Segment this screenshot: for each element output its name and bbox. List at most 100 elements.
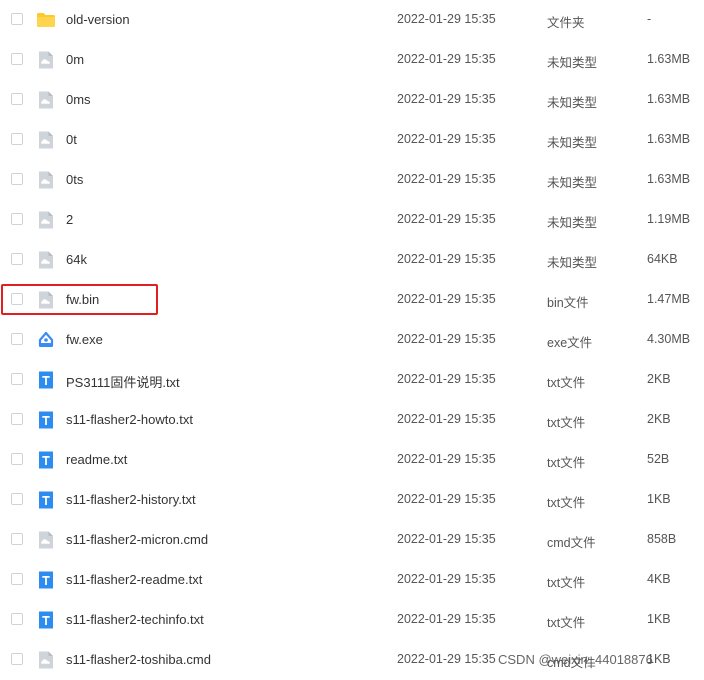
file-row[interactable]: readme.txt 2022-01-29 15:35 txt文件 52B [0, 440, 704, 480]
file-name[interactable]: s11-flasher2-history.txt [66, 492, 196, 507]
file-row[interactable]: 64k 2022-01-29 15:35 未知类型 64KB [0, 240, 704, 280]
file-name[interactable]: 0ts [66, 172, 83, 187]
file-type: 未知类型 [547, 216, 598, 230]
file-type: 未知类型 [547, 176, 598, 190]
row-checkbox[interactable] [11, 173, 23, 185]
file-size: 4.30MB [647, 332, 691, 346]
modified-date: 2022-01-29 15:35 [397, 492, 496, 506]
row-checkbox[interactable] [11, 333, 23, 345]
file-type: txt文件 [547, 576, 586, 590]
file-row[interactable]: 0ts 2022-01-29 15:35 未知类型 1.63MB [0, 160, 704, 200]
file-row[interactable]: fw.exe 2022-01-29 15:35 exe文件 4.30MB [0, 320, 704, 360]
cloud-file-icon [36, 90, 56, 110]
file-size: 1.63MB [647, 52, 691, 66]
file-name[interactable]: 2 [66, 212, 73, 227]
modified-date: 2022-01-29 15:35 [397, 652, 496, 666]
file-type: cmd文件 [547, 536, 596, 550]
file-type: exe文件 [547, 336, 593, 350]
text-file-icon [36, 370, 56, 390]
file-type: txt文件 [547, 376, 586, 390]
file-name[interactable]: fw.exe [66, 332, 103, 347]
file-size: 64KB [647, 252, 678, 266]
file-name[interactable]: s11-flasher2-toshiba.cmd [66, 652, 211, 667]
file-type: 未知类型 [547, 256, 598, 270]
file-type: txt文件 [547, 496, 586, 510]
row-checkbox[interactable] [11, 253, 23, 265]
row-checkbox[interactable] [11, 613, 23, 625]
file-size: 1.63MB [647, 92, 691, 106]
file-row[interactable]: s11-flasher2-howto.txt 2022-01-29 15:35 tx… [0, 400, 704, 440]
exe-file-icon [36, 330, 56, 350]
file-size: 2KB [647, 372, 671, 386]
file-name[interactable]: 0m [66, 52, 84, 67]
file-row[interactable]: 0ms 2022-01-29 15:35 未知类型 1.63MB [0, 80, 704, 120]
file-size: 52B [647, 452, 670, 466]
row-checkbox[interactable] [11, 53, 23, 65]
row-checkbox[interactable] [11, 373, 23, 385]
file-size: 1.63MB [647, 172, 691, 186]
file-name[interactable]: s11-flasher2-micron.cmd [66, 532, 208, 547]
modified-date: 2022-01-29 15:35 [397, 532, 496, 546]
modified-date: 2022-01-29 15:35 [397, 52, 496, 66]
file-row[interactable]: s11-flasher2-history.txt 2022-01-29 15:35… [0, 480, 704, 520]
row-checkbox[interactable] [11, 133, 23, 145]
file-size: 1.47MB [647, 292, 691, 306]
file-name[interactable]: s11-flasher2-techinfo.txt [66, 612, 204, 627]
row-checkbox[interactable] [11, 413, 23, 425]
modified-date: 2022-01-29 15:35 [397, 172, 496, 186]
file-name[interactable]: s11-flasher2-howto.txt [66, 412, 193, 427]
modified-date: 2022-01-29 15:35 [397, 12, 496, 26]
row-checkbox[interactable] [11, 573, 23, 585]
row-checkbox[interactable] [11, 653, 23, 665]
file-type: 未知类型 [547, 136, 598, 150]
file-name[interactable]: s11-flasher2-readme.txt [66, 572, 202, 587]
file-name[interactable]: fw.bin [66, 292, 99, 307]
file-type: bin文件 [547, 296, 589, 310]
file-size: 2KB [647, 412, 671, 426]
cloud-file-icon [36, 290, 56, 310]
modified-date: 2022-01-29 15:35 [397, 612, 496, 626]
row-checkbox[interactable] [11, 453, 23, 465]
file-row[interactable]: old-version 2022-01-29 15:35 文件夹 - [0, 0, 704, 40]
row-checkbox[interactable] [11, 293, 23, 305]
modified-date: 2022-01-29 15:35 [397, 132, 496, 146]
file-type: 未知类型 [547, 56, 598, 70]
file-name[interactable]: old-version [66, 12, 130, 27]
file-name[interactable]: 64k [66, 252, 87, 267]
row-checkbox[interactable] [11, 533, 23, 545]
file-row[interactable]: 0m 2022-01-29 15:35 未知类型 1.63MB [0, 40, 704, 80]
file-size: 1KB [647, 492, 671, 506]
row-checkbox[interactable] [11, 493, 23, 505]
file-name[interactable]: readme.txt [66, 452, 127, 467]
file-row[interactable]: s11-flasher2-micron.cmd 2022-01-29 15:35 c… [0, 520, 704, 560]
modified-date: 2022-01-29 15:35 [397, 572, 496, 586]
cloud-file-icon [36, 210, 56, 230]
modified-date: 2022-01-29 15:35 [397, 252, 496, 266]
file-row[interactable]: fw.bin 2022-01-29 15:35 bin文件 1.47MB [0, 280, 704, 320]
text-file-icon [36, 610, 56, 630]
file-size: 858B [647, 532, 677, 546]
file-type: txt文件 [547, 616, 586, 630]
row-checkbox[interactable] [11, 93, 23, 105]
file-row[interactable]: 2 2022-01-29 15:35 未知类型 1.19MB [0, 200, 704, 240]
cloud-file-icon [36, 530, 56, 550]
modified-date: 2022-01-29 15:35 [397, 92, 496, 106]
row-checkbox[interactable] [11, 213, 23, 225]
text-file-icon [36, 570, 56, 590]
modified-date: 2022-01-29 15:35 [397, 332, 496, 346]
file-row[interactable]: s11-flasher2-techinfo.txt 2022-01-29 15:3… [0, 600, 704, 640]
row-checkbox[interactable] [11, 13, 23, 25]
file-row[interactable]: PS3111固件说明.txt 2022-01-29 15:35 txt文件 2KB [0, 360, 704, 400]
file-name[interactable]: 0t [66, 132, 77, 147]
file-row[interactable]: 0t 2022-01-29 15:35 未知类型 1.63MB [0, 120, 704, 160]
file-type: txt文件 [547, 456, 586, 470]
file-list: old-version 2022-01-29 15:35 文件夹 - 0m 2022-01… [0, 0, 704, 680]
file-type: txt文件 [547, 416, 586, 430]
cloud-file-icon [36, 650, 56, 670]
file-name[interactable]: 0ms [66, 92, 91, 107]
file-row[interactable]: s11-flasher2-readme.txt 2022-01-29 15:35 t… [0, 560, 704, 600]
file-name[interactable]: PS3111固件说明.txt [66, 372, 180, 391]
watermark-text: CSDN @weixin_44018876 [498, 652, 653, 667]
modified-date: 2022-01-29 15:35 [397, 212, 496, 226]
cloud-file-icon [36, 130, 56, 150]
